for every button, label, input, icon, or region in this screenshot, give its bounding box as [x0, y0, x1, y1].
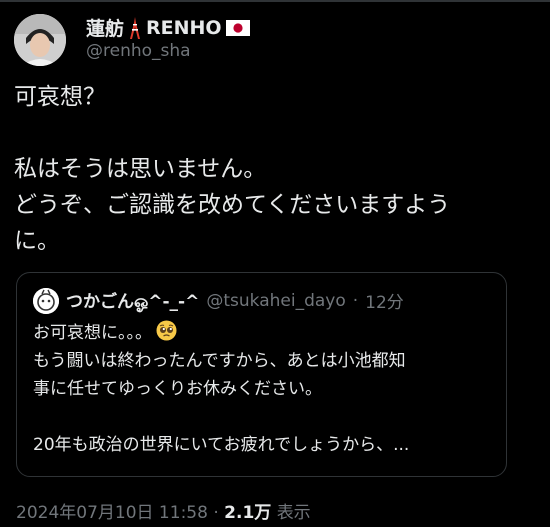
author-name-row[interactable]: 蓮舫 RENHO: [86, 14, 250, 41]
author-display-name-part2[interactable]: RENHO: [146, 17, 222, 39]
tweet-line-4: に。: [14, 228, 60, 254]
pleading-face-icon: [156, 320, 177, 341]
quoted-author-handle[interactable]: @tsukahei_dayo: [206, 291, 345, 311]
tweet-line-2: 私はそうは思いません。: [14, 156, 267, 182]
tweet-date[interactable]: 2024年07月10日 11:58: [16, 503, 208, 523]
quoted-line-2: もう闘いは終わったんですから、あとは小池都知: [33, 351, 406, 371]
quoted-tweet-body: お可哀想に。。。 もう闘いは終わったんですから、あとは小池都知 事に任せてゆっく…: [33, 319, 493, 459]
quoted-line-4: 20年も政治の世界にいてお疲れでしょうから、...: [33, 435, 410, 455]
quoted-timestamp[interactable]: 12分: [365, 288, 404, 313]
japan-flag-icon: [225, 19, 250, 36]
author-avatar[interactable]: [14, 14, 66, 66]
tweet-line-3: どうぞ、ご認識を改めてくださいますよう: [14, 192, 451, 218]
quoted-line-1-text: お可哀想に。。。: [33, 323, 152, 343]
author-display-name-part1[interactable]: 蓮舫: [86, 14, 124, 41]
quoted-author-avatar[interactable]: [33, 287, 59, 314]
views-count[interactable]: 2.1万: [224, 503, 271, 523]
quoted-author-name[interactable]: つかごんஓ^-_-^: [66, 287, 199, 314]
tweet-line-1: 可哀想？: [14, 84, 106, 110]
views-label: 表示: [276, 503, 311, 523]
quoted-line-3: 事に任せてゆっくりお休みください。: [33, 379, 322, 399]
top-divider: [0, 0, 550, 2]
quoted-separator: ·: [352, 290, 359, 311]
tokyo-tower-icon: [128, 16, 142, 39]
meta-separator: ·: [213, 503, 219, 523]
quoted-tweet-header: つかごんஓ^-_-^ @tsukahei_dayo · 12分: [33, 287, 404, 314]
author-handle[interactable]: @renho_sha: [86, 41, 191, 61]
quoted-line-1: お可哀想に。。。: [33, 319, 493, 347]
quoted-tweet-card[interactable]: つかごんஓ^-_-^ @tsukahei_dayo · 12分 お可哀想に。。。…: [16, 272, 507, 477]
tweet-meta: 2024年07月10日 11:58 · 2.1万 表示: [16, 498, 311, 523]
tweet-text: 可哀想？ 私はそうは思いません。 どうぞ、ご認識を改めてくださいますよう に。: [14, 79, 534, 259]
